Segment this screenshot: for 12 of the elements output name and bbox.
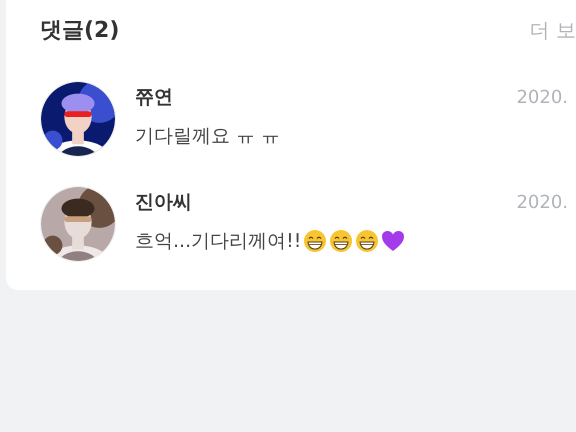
grinning-face-icon bbox=[355, 228, 380, 253]
grinning-face-icon bbox=[329, 228, 354, 253]
section-title: 댓글(2) bbox=[40, 16, 120, 44]
comment-date: 2020. bbox=[516, 86, 568, 110]
comment-date: 2020. bbox=[516, 190, 568, 215]
more-link[interactable]: 더 보 bbox=[530, 15, 576, 45]
comment-text: 흐억...기다리께여!! bbox=[135, 228, 302, 254]
comment-text: 기다릴께요 ㅠ ㅠ bbox=[135, 124, 280, 148]
heart-icon bbox=[381, 230, 406, 252]
comment-author: 쮸연 bbox=[135, 85, 173, 110]
comment-author: 진아씨 bbox=[135, 190, 192, 215]
grinning-face-icon bbox=[303, 228, 328, 253]
